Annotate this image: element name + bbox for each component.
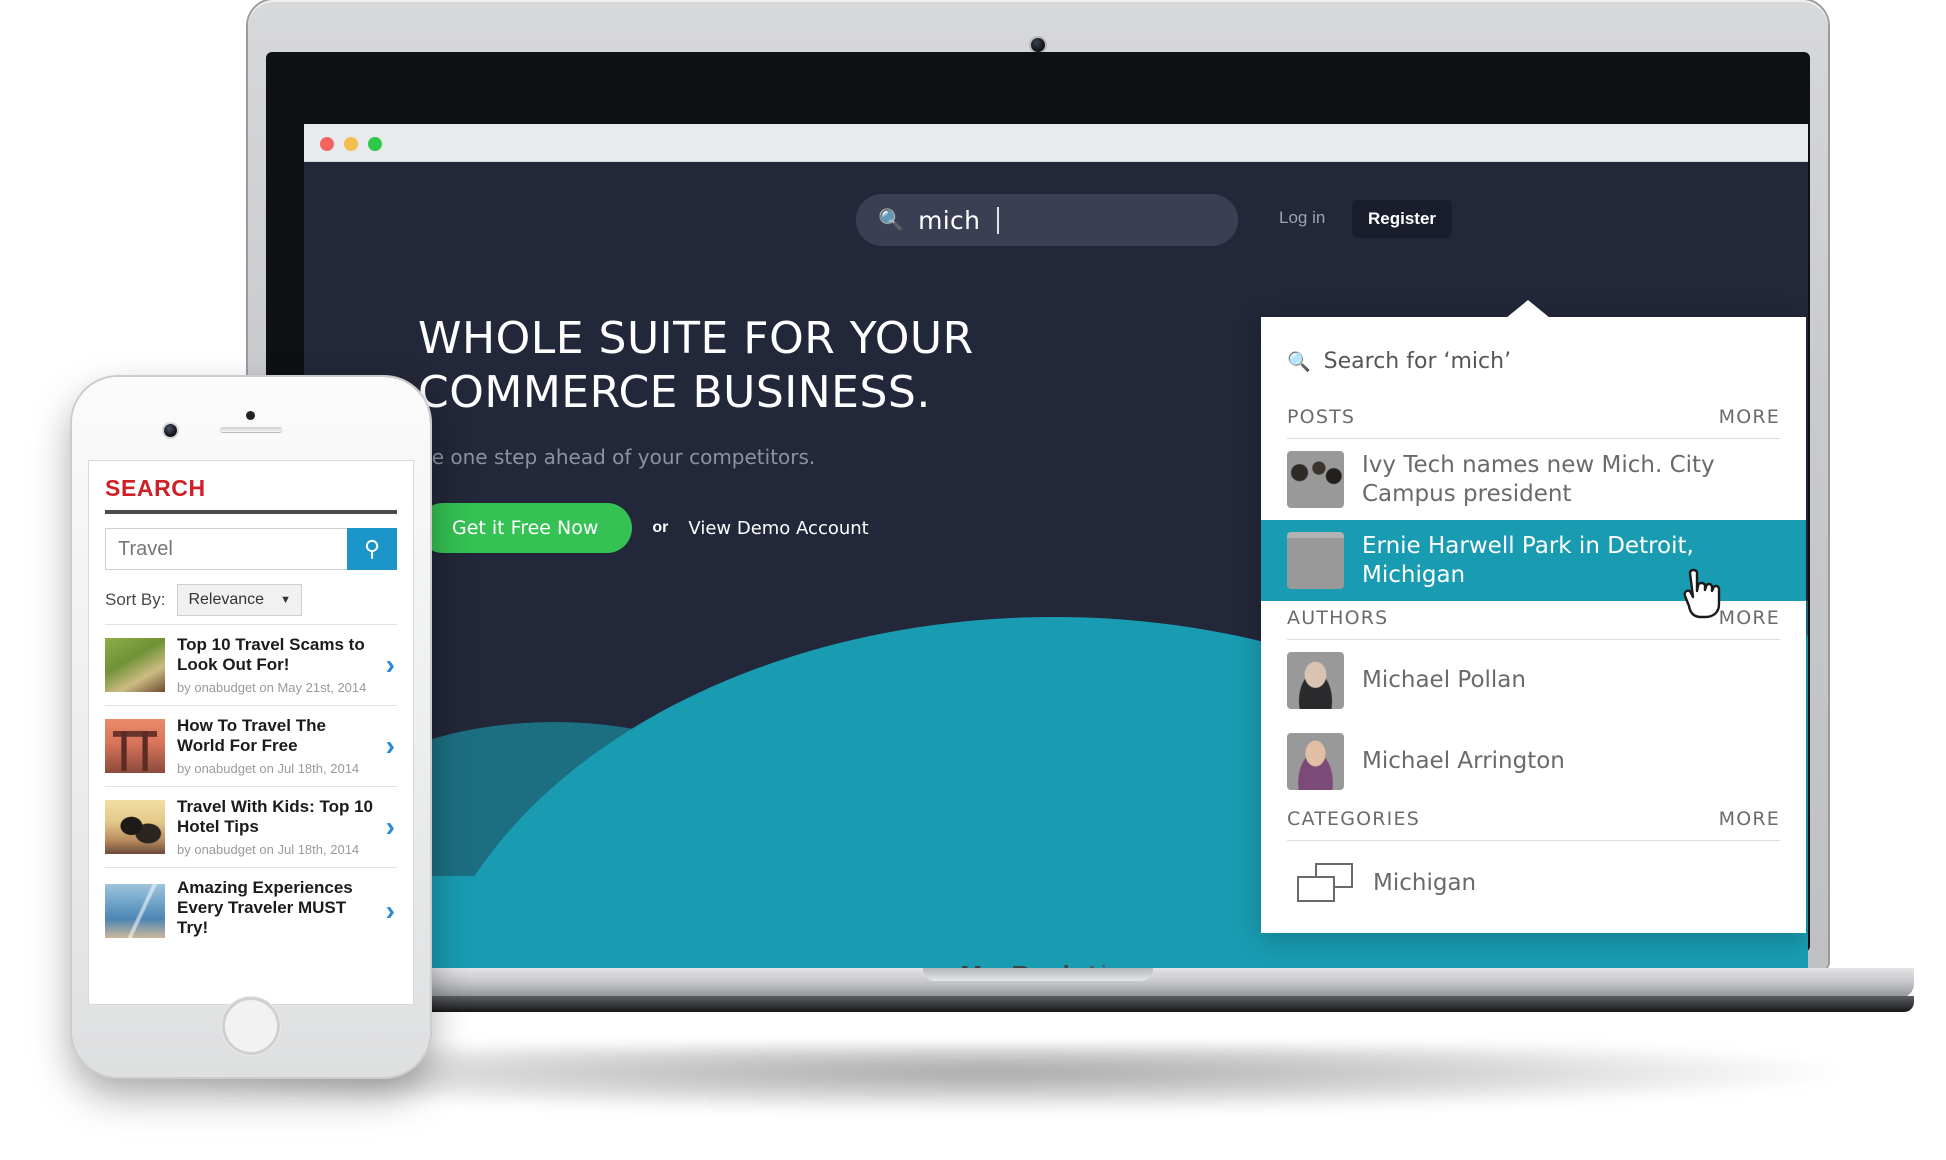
categories-more-link[interactable]: MORE [1719, 808, 1780, 830]
list-item[interactable]: Amazing Experiences Every Traveler MUST … [105, 867, 397, 953]
search-for-label: Search for ‘mich’ [1323, 349, 1512, 374]
dropdown-arrow-icon [1506, 300, 1550, 318]
authors-more-link[interactable]: MORE [1719, 607, 1780, 629]
laptop-bezel: 🔍 mich Log in Register WHOLE SUITE FOR Y… [266, 52, 1810, 986]
author-result-item[interactable]: Michael Arrington [1261, 721, 1806, 802]
phone-body: SEARCH Travel ⚲ Sort By: Relevance ▼ Top… [72, 377, 430, 1077]
phone-camera-icon [164, 424, 177, 437]
category-name: Michigan [1373, 870, 1477, 896]
chevron-down-icon: ▼ [280, 594, 291, 606]
result-text: How To Travel The World For Free by onab… [177, 716, 374, 776]
hero-headline-line1: WHOLE SUITE FOR YOUR [418, 313, 974, 364]
sort-label: Sort By: [105, 590, 166, 609]
chevron-right-icon[interactable]: › [386, 895, 397, 927]
list-item[interactable]: Travel With Kids: Top 10 Hotel Tips by o… [105, 786, 397, 867]
post-thumbnail [1287, 532, 1344, 589]
sort-value: Relevance [188, 591, 265, 608]
avatar [1287, 733, 1344, 790]
hero-headline-line2: COMMERCE BUSINESS. [418, 366, 931, 418]
list-item[interactable]: How To Travel The World For Free by onab… [105, 705, 397, 786]
section-title: CATEGORIES [1287, 808, 1420, 830]
result-title: Top 10 Travel Scams to Look Out For! [177, 635, 365, 675]
minimize-icon[interactable] [344, 137, 358, 151]
mouse-cursor-pointer-icon [1683, 568, 1721, 619]
laptop-screen: 🔍 mich Log in Register WHOLE SUITE FOR Y… [304, 124, 1808, 986]
search-icon: 🔍 [878, 208, 905, 232]
get-it-free-button[interactable]: Get it Free Now [418, 503, 633, 554]
result-thumbnail [105, 638, 165, 693]
phone-speaker-icon [220, 427, 282, 432]
site-header: 🔍 mich Log in Register [304, 162, 1808, 272]
chevron-right-icon[interactable]: › [386, 811, 397, 843]
laptop-webcam-icon [1031, 38, 1045, 52]
section-title: POSTS [1287, 406, 1356, 428]
result-title: Travel With Kids: Top 10 Hotel Tips [177, 797, 374, 837]
iphone-device: SEARCH Travel ⚲ Sort By: Relevance ▼ Top… [72, 377, 430, 1077]
category-icon [1297, 863, 1353, 903]
chevron-right-icon[interactable]: › [386, 649, 397, 681]
result-thumbnail [105, 883, 165, 938]
macbook-air-device: 🔍 mich Log in Register WHOLE SUITE FOR Y… [162, 0, 1914, 1040]
section-header-posts: POSTS MORE [1261, 400, 1806, 438]
phone-screen: SEARCH Travel ⚲ Sort By: Relevance ▼ Top… [88, 460, 414, 1005]
result-meta: by onabudget on Jul 18th, 2014 [177, 761, 360, 777]
title-underline [105, 510, 397, 514]
text-caret [997, 206, 1000, 234]
author-name: Michael Pollan [1362, 667, 1526, 694]
category-result-item[interactable]: Michigan [1261, 841, 1806, 933]
result-title: Amazing Experiences Every Traveler MUST … [177, 878, 353, 938]
posts-more-link[interactable]: MORE [1719, 406, 1780, 428]
result-text: Travel With Kids: Top 10 Hotel Tips by o… [177, 797, 374, 857]
avatar [1287, 652, 1344, 709]
search-icon: ⚲ [363, 536, 381, 561]
post-title: Ivy Tech names new Mich. City Campus pre… [1362, 452, 1715, 507]
phone-search-row: Travel ⚲ [105, 528, 397, 570]
section-title: AUTHORS [1287, 607, 1389, 629]
search-input[interactable]: 🔍 mich [856, 194, 1238, 246]
search-icon: 🔍 [1287, 351, 1311, 373]
search-input[interactable]: Travel [105, 528, 347, 570]
view-demo-account-link[interactable]: View Demo Account [688, 518, 868, 539]
result-thumbnail [105, 800, 165, 855]
laptop-lid: 🔍 mich Log in Register WHOLE SUITE FOR Y… [248, 0, 1828, 986]
chevron-right-icon[interactable]: › [386, 730, 397, 762]
screenshot-root: 🔍 mich Log in Register WHOLE SUITE FOR Y… [0, 0, 1946, 1160]
author-result-item[interactable]: Michael Pollan [1261, 640, 1806, 721]
post-result-item[interactable]: Ivy Tech names new Mich. City Campus pre… [1261, 439, 1806, 520]
search-input-value: mich [918, 205, 981, 235]
result-meta: by onabudget on May 21st, 2014 [177, 680, 367, 696]
post-thumbnail [1287, 451, 1344, 508]
phone-home-button[interactable] [222, 997, 280, 1055]
login-link[interactable]: Log in [1279, 208, 1325, 228]
result-meta: by onabudget on Jul 18th, 2014 [177, 842, 360, 858]
register-button[interactable]: Register [1352, 200, 1453, 238]
phone-sensor-icon [246, 411, 255, 420]
search-suggestions-dropdown: 🔍 Search for ‘mich’ POSTS MORE Ivy Tech … [1261, 300, 1806, 933]
author-name: Michael Arrington [1362, 748, 1565, 775]
search-button[interactable]: ⚲ [347, 528, 397, 570]
sort-row: Sort By: Relevance ▼ [105, 584, 397, 616]
result-text: Amazing Experiences Every Traveler MUST … [177, 878, 374, 943]
search-results-list: Top 10 Travel Scams to Look Out For! by … [105, 624, 397, 953]
section-header-categories: CATEGORIES MORE [1261, 802, 1806, 840]
browser-chrome [304, 124, 1808, 162]
result-thumbnail [105, 719, 165, 774]
search-for-row[interactable]: 🔍 Search for ‘mich’ [1261, 317, 1806, 400]
post-result-item-highlighted[interactable]: Ernie Harwell Park in Detroit, Michigan [1261, 520, 1806, 601]
section-header-authors: AUTHORS MORE [1261, 601, 1806, 639]
close-icon[interactable] [320, 137, 334, 151]
sort-select[interactable]: Relevance ▼ [177, 584, 302, 616]
maximize-icon[interactable] [368, 137, 382, 151]
result-text: Top 10 Travel Scams to Look Out For! by … [177, 635, 374, 695]
list-item[interactable]: Top 10 Travel Scams to Look Out For! by … [105, 624, 397, 705]
result-title: How To Travel The World For Free [177, 716, 326, 756]
or-label: or [652, 519, 669, 537]
search-widget-title: SEARCH [105, 475, 206, 501]
